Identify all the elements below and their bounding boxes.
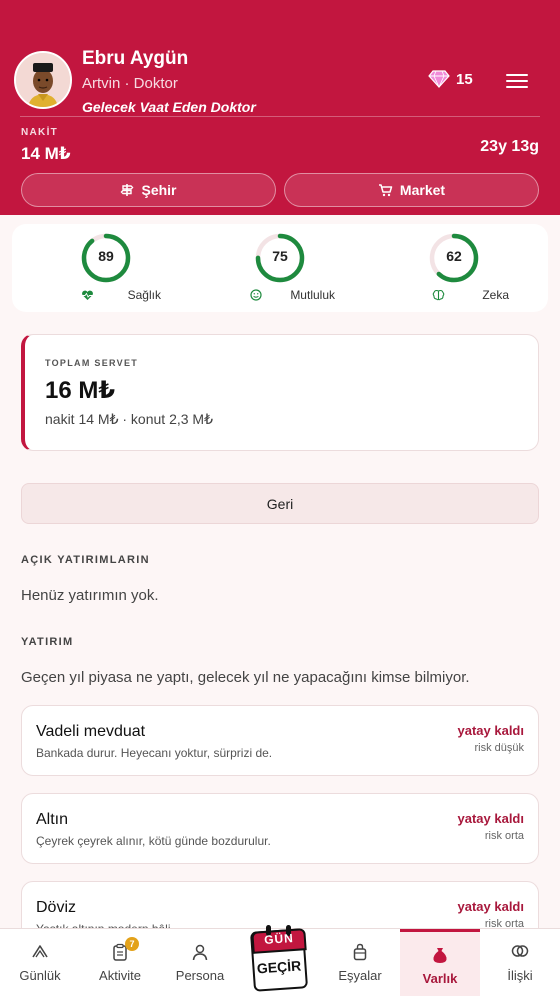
avatar[interactable] <box>14 51 72 109</box>
investment-status: yatay kaldı <box>457 811 525 826</box>
open-investments-empty: Henüz yatırımın yok. <box>21 587 159 604</box>
app-header: Ebru Aygün Artvin · Doktor Gelecek Vaat … <box>0 0 560 215</box>
nav-items-label: Eşyalar <box>338 968 382 983</box>
total-wealth-card: TOPLAM SERVET 16 M₺ nakit 14 M₺ · konut … <box>21 334 539 451</box>
investment-status: yatay kaldı <box>457 899 525 914</box>
stats-panel: 89 Sağlık 75 Mutluluk 62 Zeka <box>12 224 548 312</box>
nav-daily[interactable]: Günlük <box>0 929 80 996</box>
character-location-job: Artvin · Doktor <box>82 75 178 92</box>
bag-icon <box>353 943 367 961</box>
stat-happiness[interactable]: 75 Mutluluk <box>225 232 335 302</box>
smile-icon <box>250 289 262 301</box>
activity-badge: 7 <box>125 937 139 951</box>
nav-relations-label: İlişki <box>507 968 533 983</box>
investment-name: Vadeli mevduat <box>36 723 146 740</box>
market-button[interactable]: Market <box>284 173 539 207</box>
menu-icon <box>506 74 528 76</box>
city-button-label: Şehir <box>141 182 177 198</box>
cash-label: NAKİT <box>21 127 59 138</box>
signpost-icon <box>120 184 134 196</box>
brain-icon <box>432 289 445 301</box>
header-divider <box>20 116 540 117</box>
wealth-value: 16 M₺ <box>45 377 116 404</box>
gem-count: 15 <box>456 70 473 88</box>
wealth-breakdown: nakit 14 M₺ · konut 2,3 M₺ <box>45 411 213 427</box>
back-button[interactable]: Geri <box>21 483 539 524</box>
advance-day-button[interactable]: GÜN GEÇİR <box>248 922 310 992</box>
nav-assets[interactable]: Varlık <box>400 929 480 996</box>
market-button-label: Market <box>399 182 446 198</box>
avatar-illustration <box>16 53 70 107</box>
nav-activity-label: Aktivite <box>99 968 141 983</box>
investment-description: Bankada durur. Heyecanı yoktur, sürprizi… <box>36 746 273 760</box>
nav-relations[interactable]: İlişki <box>480 929 560 996</box>
nav-persona-label: Persona <box>175 968 225 983</box>
investment-intro: Geçen yıl piyasa ne yaptı, gelecek yıl n… <box>21 669 470 686</box>
city-button[interactable]: Şehir <box>21 173 276 207</box>
investment-section-title: YATIRIM <box>21 636 74 648</box>
person-icon <box>192 944 208 961</box>
intelligence-label: Zeka <box>482 288 509 302</box>
investment-risk: risk düşük <box>474 742 524 754</box>
investment-status: yatay kaldı <box>457 723 525 738</box>
menu-button[interactable] <box>506 71 528 91</box>
cart-icon <box>378 184 393 197</box>
intelligence-value: 62 <box>446 248 462 264</box>
daily-icon <box>32 945 48 958</box>
character-age: 23y 13g <box>480 138 539 155</box>
stat-health[interactable]: 89 Sağlık <box>51 232 161 302</box>
investment-card-deposit[interactable]: Vadeli mevduat Bankada durur. Heyecanı y… <box>21 705 539 776</box>
character-title: Gelecek Vaat Eden Doktor <box>82 99 256 115</box>
stat-intelligence[interactable]: 62 Zeka <box>399 232 509 302</box>
gem-counter[interactable]: 15 <box>428 70 473 88</box>
investment-risk: risk orta <box>484 830 524 842</box>
happiness-label: Mutluluk <box>290 288 335 302</box>
money-bag-icon <box>433 948 447 963</box>
investment-description: Çeyrek çeyrek alınır, kötü günde bozduru… <box>36 834 271 848</box>
diamond-icon <box>428 70 450 88</box>
character-name: Ebru Aygün <box>82 48 189 69</box>
wealth-label: TOPLAM SERVET <box>45 358 139 368</box>
cash-value: 14 M₺ <box>21 144 71 163</box>
nav-persona[interactable]: Persona <box>160 929 240 996</box>
investment-card-gold[interactable]: Altın Çeyrek çeyrek alınır, kötü günde b… <box>21 793 539 864</box>
nav-activity[interactable]: 7 Aktivite <box>80 929 160 996</box>
nav-assets-label: Varlık <box>422 971 458 986</box>
open-investments-title: AÇIK YATIRIMLARIN <box>21 554 150 566</box>
happiness-value: 75 <box>272 248 288 264</box>
nav-items[interactable]: Eşyalar <box>320 929 400 996</box>
nav-daily-label: Günlük <box>19 968 61 983</box>
health-value: 89 <box>98 248 114 264</box>
heart-pulse-icon <box>81 290 93 300</box>
investment-name: Altın <box>36 811 69 828</box>
investment-name: Döviz <box>36 899 77 916</box>
health-label: Sağlık <box>127 288 161 302</box>
rings-icon <box>511 945 529 957</box>
